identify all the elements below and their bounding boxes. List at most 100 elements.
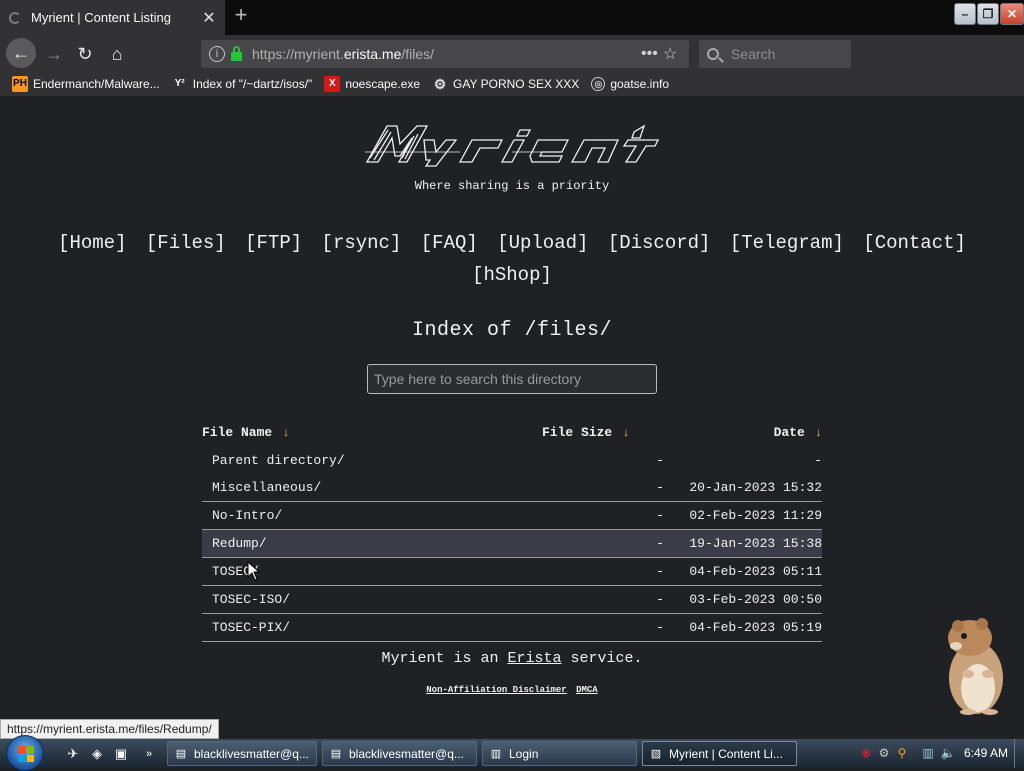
- header-file-name[interactable]: File Name ↓: [202, 425, 542, 440]
- bookmark-star-icon[interactable]: ☆: [663, 44, 687, 64]
- clock[interactable]: 6:49 AM: [964, 746, 1008, 760]
- back-button[interactable]: ←: [6, 38, 36, 68]
- sort-arrow-icon[interactable]: ↓: [282, 426, 289, 440]
- nav-rsync[interactable]: [rsync]: [322, 232, 402, 254]
- tray-search-icon[interactable]: ⚲: [894, 745, 910, 761]
- tab-close-icon[interactable]: ✕: [197, 8, 221, 28]
- new-tab-button[interactable]: +: [229, 4, 253, 28]
- home-button[interactable]: ⌂: [103, 40, 131, 68]
- footer-prefix: Myrient is an: [381, 650, 508, 667]
- table-row[interactable]: TOSEC/ - 04-Feb-2023 05:11: [202, 558, 822, 586]
- nav-home[interactable]: [Home]: [58, 232, 126, 254]
- tray-alert-icon[interactable]: ⊗: [858, 745, 874, 761]
- url-path: /files/: [401, 46, 435, 62]
- sort-arrow-icon[interactable]: ↓: [622, 426, 629, 440]
- browser-search-box[interactable]: [699, 40, 851, 68]
- lock-icon[interactable]: [231, 45, 242, 61]
- row-date: 19-Jan-2023 15:38: [689, 536, 822, 551]
- tray-gear-icon[interactable]: ⚙: [876, 745, 892, 761]
- forward-button[interactable]: →: [40, 40, 68, 68]
- table-row-hovered[interactable]: Redump/ - 19-Jan-2023 15:38: [202, 530, 822, 558]
- task-label: Myrient | Content Li...: [669, 746, 783, 761]
- directory-search-input[interactable]: [367, 364, 657, 394]
- nav-files[interactable]: [Files]: [146, 232, 226, 254]
- url-domain: erista.me: [343, 46, 402, 62]
- table-row[interactable]: Miscellaneous/ - 20-Jan-2023 15:32: [202, 474, 822, 502]
- header-date[interactable]: Date ↓: [712, 425, 822, 440]
- info-icon[interactable]: i: [209, 46, 225, 62]
- row-name-link[interactable]: Redump/: [202, 536, 622, 551]
- quicklaunch-icon[interactable]: ◈: [88, 745, 106, 763]
- url-text[interactable]: https://myrient.erista.me/files/: [252, 46, 641, 62]
- nav-upload[interactable]: [Upload]: [497, 232, 588, 254]
- reload-button[interactable]: ↻: [71, 40, 99, 68]
- row-name-link[interactable]: Parent directory/: [202, 453, 622, 468]
- row-name-link[interactable]: TOSEC-ISO/: [202, 592, 622, 607]
- tab-myrient[interactable]: Myrient | Content Listing ✕: [0, 0, 225, 35]
- table-row[interactable]: Parent directory/ - -: [202, 446, 822, 474]
- x-icon: X: [324, 76, 341, 92]
- show-desktop-button[interactable]: [1014, 739, 1024, 768]
- sort-arrow-icon[interactable]: ↓: [815, 426, 822, 440]
- file-table: File Name ↓ File Size ↓ Date ↓ Parent direc…: [202, 418, 822, 642]
- network-icon[interactable]: ▥: [920, 745, 936, 761]
- close-window-button[interactable]: ✕: [1000, 3, 1024, 25]
- disclaimer-link[interactable]: Non-Affiliation Disclaimer: [426, 685, 566, 695]
- nav-contact[interactable]: [Contact]: [863, 232, 966, 254]
- quicklaunch-icon[interactable]: ✈: [64, 745, 82, 763]
- taskbar-item[interactable]: ▤ blacklivesmatter@q...: [167, 741, 317, 766]
- table-row[interactable]: TOSEC-PIX/ - 04-Feb-2023 05:19: [202, 614, 822, 642]
- row-size: -: [656, 452, 664, 468]
- quicklaunch-overflow-icon[interactable]: »: [140, 745, 158, 763]
- browser-search-input[interactable]: [731, 46, 841, 62]
- hamster-image: [948, 618, 1003, 715]
- bookmark-label: Index of "/~dartz/isos/": [192, 77, 313, 91]
- taskbar-item-active[interactable]: ▧ Myrient | Content Li...: [642, 741, 797, 766]
- header-label: File Name: [202, 424, 273, 440]
- url-bar[interactable]: i https://myrient.erista.me/files/ ••• ☆: [201, 40, 689, 68]
- dmca-link[interactable]: DMCA: [576, 685, 598, 695]
- page-actions-icon[interactable]: •••: [641, 45, 663, 63]
- myrient-logo[interactable]: [362, 122, 662, 168]
- page-title: Index of /files/: [411, 319, 613, 342]
- row-date: 04-Feb-2023 05:19: [689, 620, 822, 635]
- taskbar-item[interactable]: ▥ Login: [482, 741, 637, 766]
- taskbar-item[interactable]: ▤ blacklivesmatter@q...: [322, 741, 477, 766]
- nav-discord[interactable]: [Discord]: [608, 232, 711, 254]
- nav-ftp[interactable]: [FTP]: [245, 232, 302, 254]
- task-label: blacklivesmatter@q...: [349, 746, 464, 761]
- bookmark-endermanch[interactable]: PH Endermanch/Malware...: [12, 76, 160, 92]
- bookmark-label: Endermanch/Malware...: [33, 77, 160, 91]
- nav-faq[interactable]: [FAQ]: [421, 232, 478, 254]
- bookmark-fourth[interactable]: ⚙ GAY PORNO SEX XXX: [432, 76, 580, 92]
- row-name-link[interactable]: TOSEC/: [202, 564, 622, 579]
- bookmark-goatse[interactable]: ◎ goatse.info: [591, 77, 669, 91]
- nav-telegram[interactable]: [Telegram]: [730, 232, 844, 254]
- mouse-cursor-icon: [247, 561, 261, 581]
- footer-links: Non-Affiliation Disclaimer DMCA: [0, 685, 1024, 695]
- restore-button[interactable]: ❐: [977, 3, 999, 25]
- table-row[interactable]: No-Intro/ - 02-Feb-2023 11:29: [202, 502, 822, 530]
- row-size: -: [656, 592, 664, 607]
- footer-suffix: service.: [561, 650, 643, 667]
- app-icon: ▤: [175, 747, 187, 760]
- row-size: -: [656, 620, 664, 635]
- row-name-link[interactable]: Miscellaneous/: [202, 480, 622, 495]
- minimize-button[interactable]: –: [954, 3, 976, 25]
- row-name-link[interactable]: TOSEC-PIX/: [202, 620, 622, 635]
- show-desktop-icon[interactable]: ▣: [112, 745, 130, 763]
- bookmark-noescape[interactable]: X noescape.exe: [324, 76, 420, 92]
- nav-hshop[interactable]: [hShop]: [472, 264, 552, 286]
- row-name-link[interactable]: No-Intro/: [202, 508, 622, 523]
- bookmark-dartz-isos[interactable]: Y² Index of "/~dartz/isos/": [172, 76, 313, 92]
- app-icon: ▧: [650, 747, 662, 760]
- site-nav: [Home] [Files] [FTP] [rsync] [FAQ] [Uplo…: [20, 227, 1004, 291]
- header-file-size[interactable]: File Size ↓: [542, 425, 712, 440]
- volume-icon[interactable]: 🔈: [940, 745, 956, 761]
- erista-link[interactable]: Erista: [508, 650, 562, 667]
- bookmark-label: GAY PORNO SEX XXX: [453, 77, 580, 91]
- app-icon: ▤: [330, 747, 342, 760]
- page-content: Where sharing is a priority [Home] [File…: [0, 96, 1024, 739]
- table-row[interactable]: TOSEC-ISO/ - 03-Feb-2023 00:50: [202, 586, 822, 614]
- start-button[interactable]: [6, 735, 44, 771]
